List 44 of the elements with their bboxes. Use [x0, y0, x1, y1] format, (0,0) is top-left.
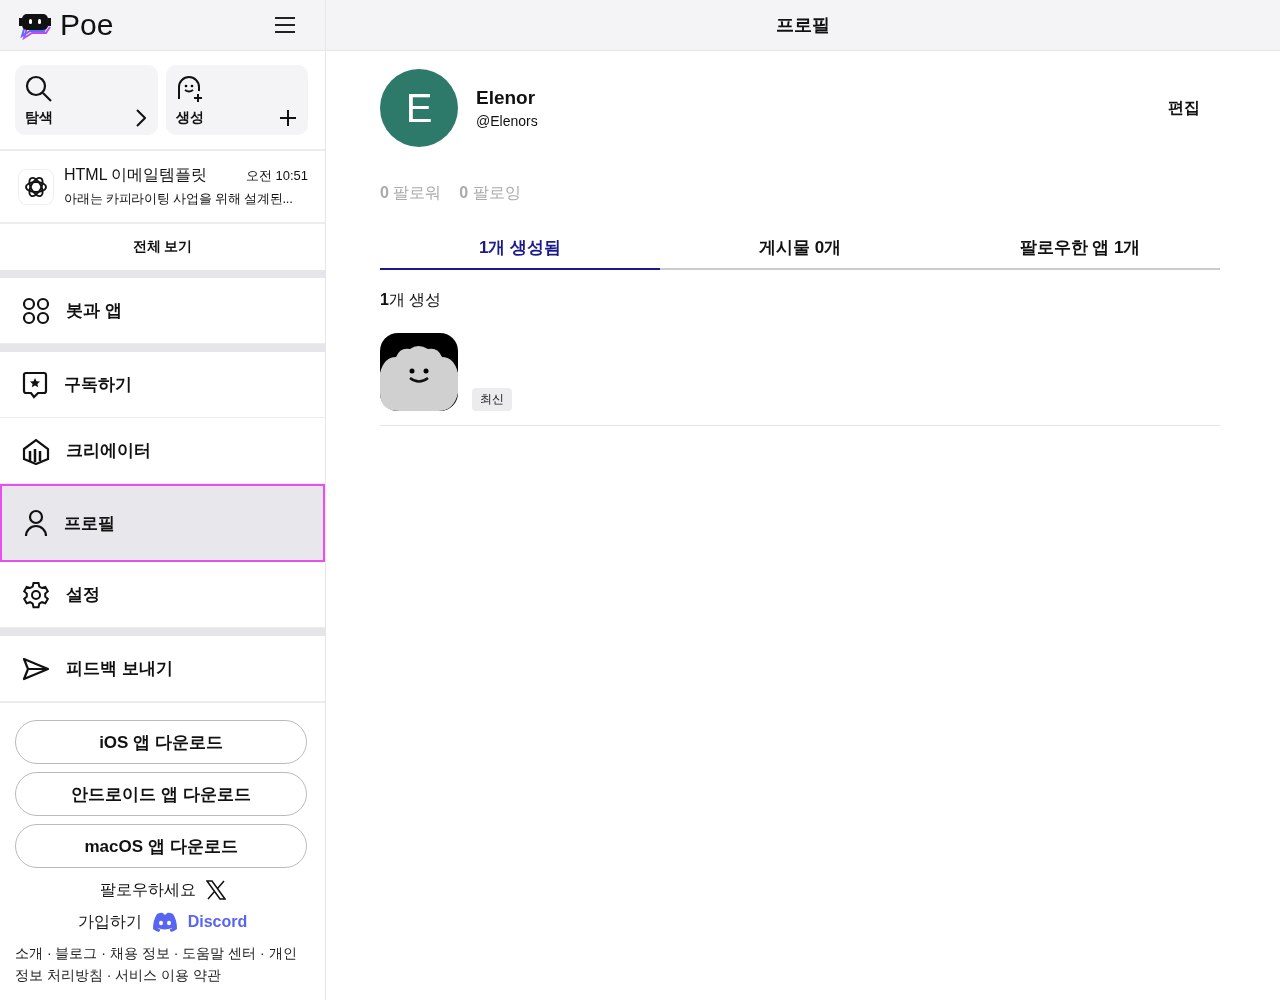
- chat-time: 오전 10:51: [245, 166, 308, 185]
- ghost-plus-icon: [175, 75, 204, 103]
- person-icon: [24, 509, 48, 537]
- brand-name: Poe: [60, 8, 114, 42]
- chat-title: HTML 이메일템플릿: [64, 165, 208, 185]
- profile-name: Elenor: [476, 87, 537, 109]
- follow-text: 팔로우하세요: [99, 879, 196, 900]
- download-button[interactable]: macOS 앱 다운로드: [15, 824, 307, 868]
- quick-action-label: 생성: [175, 109, 204, 127]
- edit-button[interactable]: 편집: [1148, 97, 1220, 119]
- profile-handle: @Elenors: [476, 113, 539, 129]
- tab[interactable]: 1개 생성됨: [380, 226, 660, 270]
- view-all-link[interactable]: 전체 보기: [132, 238, 193, 256]
- nav-item[interactable]: 구독하기: [0, 352, 325, 418]
- page-title: 프로필: [776, 14, 830, 37]
- tab[interactable]: 팔로우한 앱 1개: [940, 226, 1220, 270]
- bot-avatar-icon[interactable]: [380, 333, 458, 411]
- quick-action-label: 탐색: [25, 109, 53, 127]
- discord-logo-icon[interactable]: [151, 912, 178, 932]
- discord-wordmark[interactable]: Discord: [187, 913, 248, 931]
- download-button[interactable]: 안드로이드 앱 다운로드: [15, 772, 307, 816]
- chat-preview: 아래는 카피라이팅 사업을 위해 설계된...: [64, 190, 294, 208]
- x-logo-icon[interactable]: [205, 880, 226, 900]
- settings-icon: [22, 580, 50, 609]
- nav-item[interactable]: 프로필: [0, 484, 325, 562]
- recent-chat-item[interactable]: HTML 이메일템플릿 오전 10:51 아래는 카피라이팅 사업을 위해 설계된...: [0, 151, 325, 224]
- quick-action-card[interactable]: 생성: [165, 65, 308, 135]
- plus-icon: [280, 110, 296, 126]
- download-button[interactable]: iOS 앱 다운로드: [15, 720, 307, 764]
- footer-links[interactable]: 소개 · 블로그 · 채용 정보 · 도움말 센터 · 개인정보 처리방침 · 서비스 이용 약관: [15, 942, 305, 986]
- search-icon: [25, 75, 53, 103]
- nav-item[interactable]: 피드백 보내기: [0, 636, 325, 702]
- menu-icon[interactable]: [275, 17, 295, 33]
- bots-icon: [22, 296, 50, 325]
- house-chart-icon: [22, 436, 50, 465]
- star-bubble-icon: [22, 370, 48, 399]
- tab[interactable]: 게시물 0개: [660, 226, 940, 270]
- section-title: 1개 생성: [380, 290, 443, 310]
- send-icon: [22, 656, 50, 681]
- latest-badge: 최신: [472, 388, 512, 411]
- avatar: E: [380, 69, 458, 147]
- chevron-right-icon: [135, 109, 146, 127]
- quick-action-card[interactable]: 탐색: [15, 65, 158, 135]
- join-text: 가입하기: [77, 911, 142, 932]
